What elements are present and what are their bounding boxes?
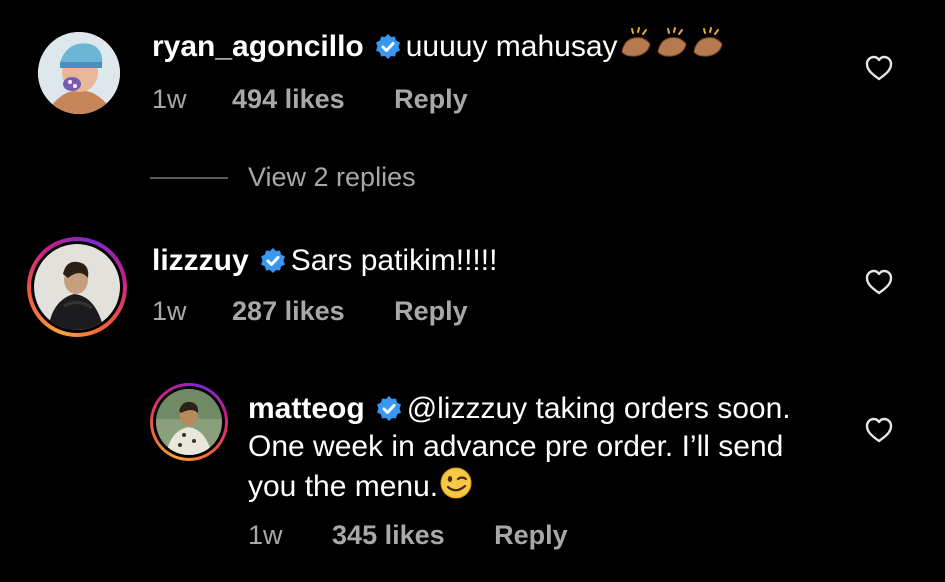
view-replies-divider	[150, 177, 228, 179]
reply-line: matteog @lizzzuy taking orders soon.	[248, 390, 791, 428]
avatar-photo	[156, 389, 222, 455]
comment-time: 1w	[152, 84, 187, 114]
comment-time: 1w	[152, 296, 187, 326]
verified-badge-icon	[259, 247, 287, 275]
avatar-photo	[34, 244, 120, 330]
reply-button[interactable]: Reply	[394, 84, 468, 114]
verified-badge-icon	[375, 395, 403, 423]
clapping-hands-emoji-icon	[618, 26, 730, 70]
comment-1-meta: 1w 494 likes Reply	[152, 84, 468, 115]
comment-time: 1w	[248, 520, 283, 550]
reply-text-line-2: One week in advance pre order. I’ll send	[248, 430, 784, 463]
comment-1-line: ryan_agoncillo uuuuy mahusay	[152, 26, 730, 70]
reply-button[interactable]: Reply	[494, 520, 568, 550]
reply-text-line-3-wrap: you the menu.	[248, 466, 474, 510]
winking-face-emoji-icon	[438, 466, 474, 510]
comment-text: uuuuy mahusay	[405, 30, 618, 63]
avatar-illustration	[38, 32, 120, 114]
likes-count[interactable]: 494 likes	[232, 84, 345, 114]
comment-text: Sars patikim!!!!!	[290, 244, 498, 277]
like-heart-icon[interactable]	[864, 416, 894, 444]
reply-text-line-3: you the menu.	[248, 470, 439, 503]
username[interactable]: ryan_agoncillo	[152, 30, 364, 63]
reply-meta: 1w 345 likes Reply	[248, 520, 568, 551]
verified-badge-icon	[374, 33, 402, 61]
reply-text-line-1: @lizzzuy taking orders soon.	[406, 392, 791, 425]
avatar-lizzzuy[interactable]	[27, 237, 127, 337]
view-replies-button[interactable]: View 2 replies	[248, 162, 416, 193]
username[interactable]: lizzzuy	[152, 244, 249, 277]
like-heart-icon[interactable]	[864, 268, 894, 296]
reply-button[interactable]: Reply	[394, 296, 468, 326]
avatar-matteog[interactable]	[150, 383, 228, 461]
likes-count[interactable]: 345 likes	[332, 520, 445, 550]
likes-count[interactable]: 287 likes	[232, 296, 345, 326]
comment-2-meta: 1w 287 likes Reply	[152, 296, 468, 327]
comment-2-line: lizzzuy Sars patikim!!!!!	[152, 242, 497, 280]
like-heart-icon[interactable]	[864, 54, 894, 82]
username[interactable]: matteog	[248, 392, 365, 425]
avatar-ryan-agoncillo[interactable]	[38, 32, 120, 114]
